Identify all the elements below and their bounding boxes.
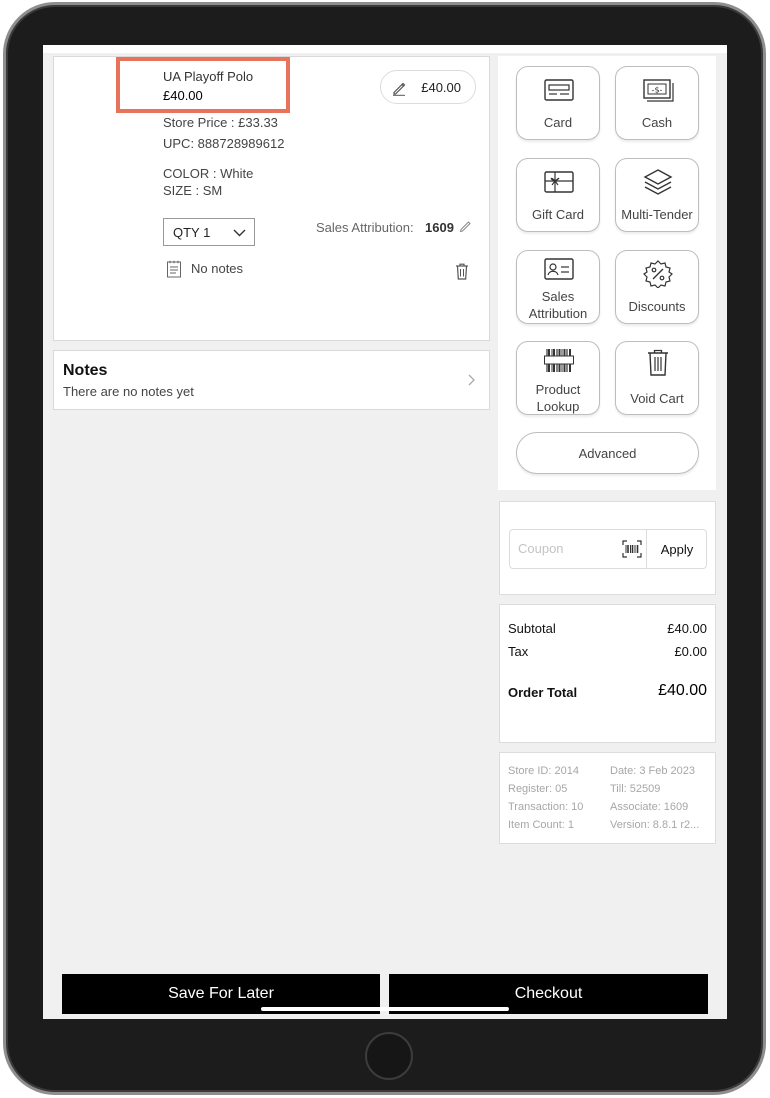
order-totals-card: Subtotal £40.00 Tax £0.00 Order Total £4… [499,604,716,743]
subtotal-label: Subtotal [508,621,556,636]
card-label: Card [543,115,573,130]
card-icon [544,79,574,101]
coupon-field-group: Apply [509,529,707,569]
item-upc: UPC: 888728989612 [163,136,285,151]
sales-attribution-label-line1: Sales [541,289,575,304]
discounts-label: Discounts [628,299,686,314]
associate: Associate: 1609 [610,801,689,813]
gift-card-label: Gift Card [531,207,584,222]
sales-attribution-label-line2: Attribution [528,306,588,321]
discount-badge-icon [643,260,673,288]
tax-label: Tax [508,644,529,659]
edit-price-button[interactable]: £40.00 [380,70,476,104]
item-name: UA Playoff Polo [163,69,254,84]
void-cart-button[interactable]: Void Cart [615,341,699,415]
multi-tender-label: Multi-Tender [621,207,693,222]
notes-card[interactable]: Notes There are no notes yet [53,350,490,410]
barcode-scan-icon[interactable] [622,540,642,558]
tax-value: £0.00 [674,644,707,659]
item-count: Item Count: 1 [508,819,575,831]
id-badge-icon [544,258,574,280]
discounts-button[interactable]: Discounts [615,250,699,324]
quantity-select[interactable]: QTY 1 [163,218,255,246]
transaction-info-card: Store ID: 2014 Date: 3 Feb 2023 Register… [499,752,716,844]
coupon-input[interactable] [518,541,614,556]
advanced-button[interactable]: Advanced [516,432,699,474]
cash-button[interactable]: -$- Cash [615,66,699,140]
highlight-annotation [116,57,290,113]
cart-item-card: UA Playoff Polo £40.00 Store Price : £33… [53,56,490,341]
coupon-card: Apply [499,501,716,595]
barcode-icon [544,349,574,372]
multi-tender-button[interactable]: Multi-Tender [615,158,699,232]
product-lookup-label-line2: Lookup [536,399,580,414]
sales-attribution-label: Sales Attribution: [316,220,414,235]
pencil-icon [393,82,406,96]
item-size: SIZE : SM [163,183,223,198]
item-color: COLOR : White [163,166,254,181]
notes-title: Notes [63,362,108,379]
order-total-value: £40.00 [658,682,707,699]
cash-icon: -$- [643,79,674,102]
pos-screen: UA Playoff Polo £40.00 Store Price : £33… [43,45,727,1019]
order-total-label: Order Total [508,685,578,700]
item-store-price: Store Price : £33.33 [163,115,278,130]
register: Register: 05 [508,783,568,795]
cash-label: Cash [641,115,673,130]
chevron-right-icon [468,374,475,386]
svg-text:-$-: -$- [652,86,663,95]
gift-card-button[interactable]: Gift Card [516,158,600,232]
trash-icon[interactable] [455,263,469,280]
transaction: Transaction: 10 [508,801,584,813]
product-lookup-label-line1: Product [535,382,581,397]
quantity-label: QTY 1 [173,224,211,240]
date: Date: 3 Feb 2023 [610,765,696,777]
edit-price-value: £40.00 [421,79,461,95]
payment-actions-panel: Card -$- Cash Gift Card Multi-Tender Sal… [498,56,716,490]
till: Till: 52509 [610,783,661,795]
notes-subtitle: There are no notes yet [63,384,194,399]
chevron-down-icon [233,229,246,237]
notes-icon [167,260,181,278]
subtotal-value: £40.00 [667,621,707,636]
edit-attribution-icon[interactable] [459,220,472,233]
card-button[interactable]: Card [516,66,600,140]
store-id: Store ID: 2014 [508,765,579,777]
item-price: £40.00 [163,88,203,103]
home-button[interactable] [365,1032,413,1080]
layers-icon [643,169,673,195]
status-bar-area [43,45,727,53]
apply-coupon-button[interactable]: Apply [647,530,707,568]
product-lookup-button[interactable]: Product Lookup [516,341,600,415]
gift-card-icon [544,171,574,193]
trash-icon [648,349,668,376]
home-indicator[interactable] [261,1007,509,1011]
no-notes-label: No notes [191,261,244,276]
version: Version: 8.8.1 r2... [610,819,700,831]
void-cart-label: Void Cart [630,391,684,406]
advanced-label: Advanced [578,445,637,461]
sales-attribution-button[interactable]: Sales Attribution [516,250,600,324]
sales-attribution-value: 1609 [425,220,454,235]
